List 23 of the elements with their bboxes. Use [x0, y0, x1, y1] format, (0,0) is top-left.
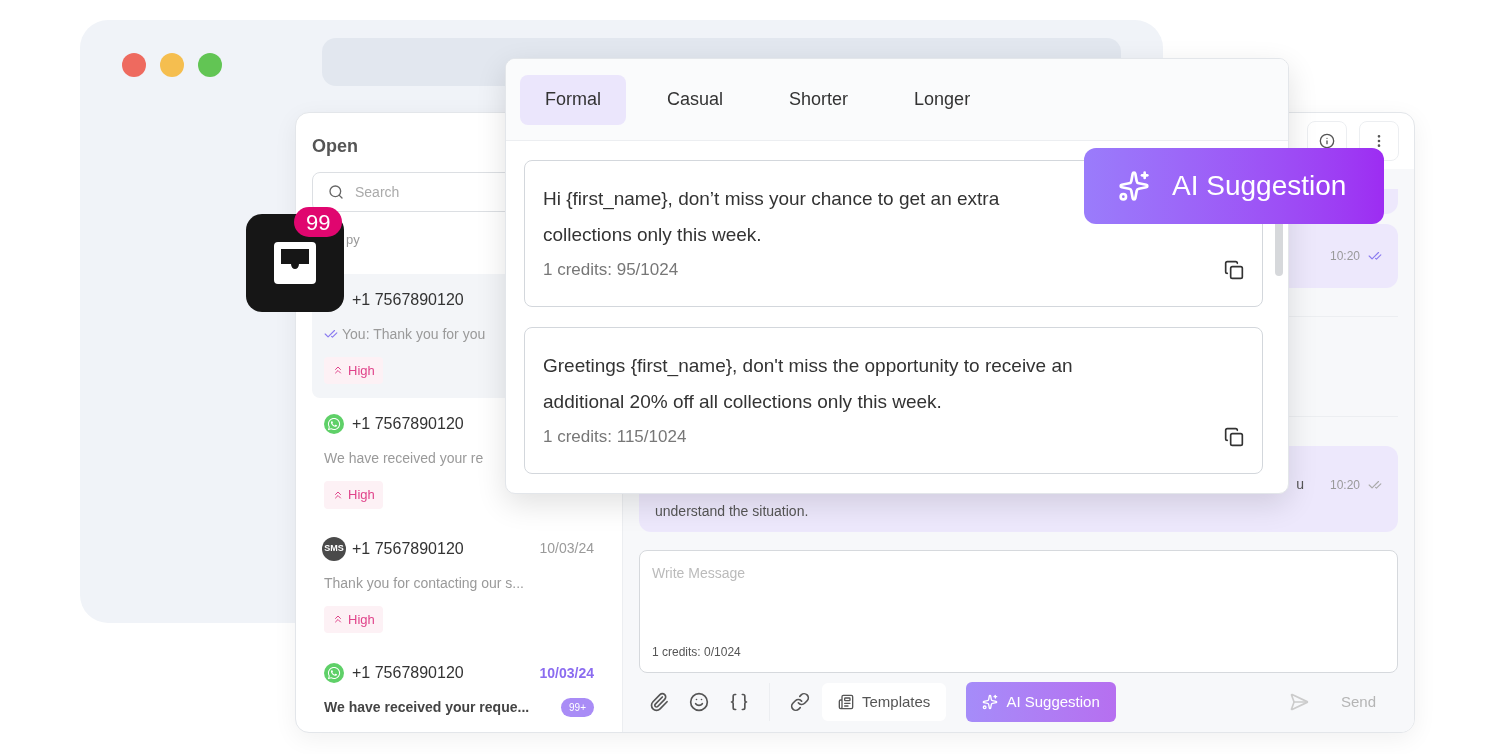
priority-tag: High: [324, 356, 383, 384]
message-time: 10:20: [1329, 248, 1360, 265]
notification-badge: 99: [294, 207, 343, 237]
message-preview: You: Thank you for you: [342, 324, 486, 344]
message-preview: We have received your re: [324, 449, 484, 468]
phone-number: +1 7567890120: [352, 538, 464, 559]
message-time: 10:20: [1329, 476, 1360, 494]
phone-number: +1 7567890120: [352, 289, 464, 310]
credits-counter: 1 credits: 0/1024: [652, 644, 741, 661]
conversation-date: 10/03/24: [539, 663, 594, 683]
unread-count: 99+: [561, 698, 594, 717]
conversation-date: 10/03/24: [539, 539, 594, 558]
phone-number: +1 7567890120: [352, 414, 464, 434]
filter-label: py: [346, 231, 360, 249]
message-text: understand the situation.: [655, 502, 810, 521]
sms-icon: SMS: [322, 536, 346, 561]
message-preview: We have received your reque...: [324, 698, 530, 717]
priority-tag: High: [324, 605, 383, 633]
inbox-title: Open: [312, 135, 359, 158]
message-preview: Thank you for contacting our s...: [324, 573, 524, 593]
phone-number: +1 7567890120: [352, 663, 464, 683]
priority-tag: High: [324, 481, 383, 509]
message-text: u: [1296, 475, 1304, 494]
